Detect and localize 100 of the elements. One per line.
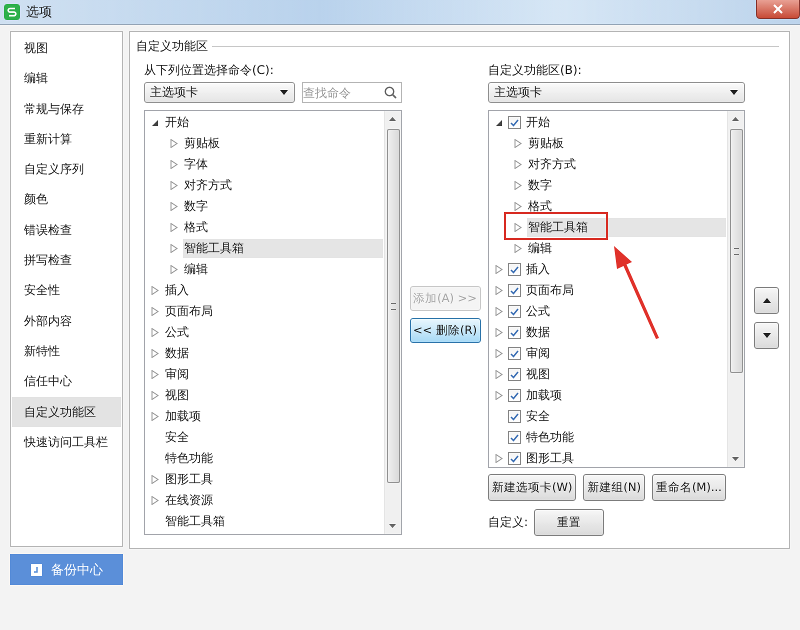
sidebar-item[interactable]: 新特性 — [12, 336, 121, 366]
sidebar-item[interactable]: 常规与保存 — [12, 94, 121, 124]
expand-icon[interactable] — [495, 265, 503, 274]
expand-icon[interactable] — [514, 202, 522, 211]
tree-item[interactable]: 格式 — [183, 218, 383, 237]
tree-item[interactable]: 插入 — [525, 260, 726, 279]
tree-item[interactable]: 审阅 — [525, 344, 726, 363]
tree-item[interactable]: 特色功能 — [525, 428, 726, 447]
checkbox[interactable] — [508, 389, 521, 402]
expand-icon[interactable] — [514, 160, 522, 169]
tree-item[interactable]: 数字 — [183, 197, 383, 216]
tree-item[interactable]: 智能工具箱 — [164, 512, 383, 531]
tree-item[interactable]: 加载项 — [525, 386, 726, 405]
expand-icon[interactable] — [170, 139, 178, 148]
expand-icon[interactable] — [151, 412, 159, 421]
tree-item[interactable]: 对齐方式 — [183, 176, 383, 195]
dropdown[interactable]: 主选项卡 — [488, 82, 745, 103]
expand-icon[interactable] — [495, 391, 503, 400]
tree-item[interactable]: 数据 — [525, 323, 726, 342]
collapse-icon[interactable] — [151, 118, 159, 126]
expand-icon[interactable] — [170, 223, 178, 232]
sidebar-item[interactable]: 安全性 — [12, 275, 121, 306]
tree-item[interactable]: 剪贴板 — [527, 134, 726, 153]
checkbox[interactable] — [508, 347, 521, 360]
tree-item[interactable]: 图形工具 — [164, 470, 383, 489]
expand-icon[interactable] — [514, 139, 522, 148]
tree-item[interactable]: 视图 — [525, 365, 726, 384]
action-button[interactable]: 新建组(N) — [583, 474, 645, 501]
move-down-button[interactable] — [754, 322, 779, 349]
tree-item[interactable]: 智能工具箱 — [183, 239, 383, 258]
checkbox[interactable] — [508, 452, 521, 465]
tree-item[interactable]: 公式 — [164, 323, 383, 342]
expand-icon[interactable] — [514, 181, 522, 190]
expand-icon[interactable] — [151, 307, 159, 316]
tree-item[interactable]: 格式 — [527, 197, 726, 216]
checkbox[interactable] — [508, 368, 521, 381]
sidebar-item[interactable]: 拼写检查 — [12, 245, 121, 276]
expand-icon[interactable] — [151, 496, 159, 505]
expand-icon[interactable] — [170, 265, 178, 274]
expand-icon[interactable] — [495, 286, 503, 295]
tree-item[interactable]: 开始 — [525, 113, 726, 132]
expand-icon[interactable] — [151, 475, 159, 484]
sidebar-item[interactable]: 颜色 — [12, 184, 121, 215]
checkbox[interactable] — [508, 284, 521, 297]
sidebar-item[interactable]: 信任中心 — [12, 366, 121, 397]
expand-icon[interactable] — [495, 370, 503, 379]
tree-item[interactable]: 字体 — [183, 155, 383, 174]
expand-icon[interactable] — [170, 244, 178, 253]
tree-item[interactable]: 在线资源 — [164, 491, 383, 510]
sidebar-item[interactable]: 视图 — [12, 33, 121, 64]
checkbox[interactable] — [508, 263, 521, 276]
tree-item[interactable]: 特色功能 — [164, 449, 383, 468]
tree-item[interactable]: 安全 — [525, 407, 726, 426]
sidebar-item[interactable]: 外部内容 — [12, 306, 121, 336]
scroll-up-icon[interactable] — [732, 117, 739, 121]
remove-button[interactable]: << 删除(R) — [410, 318, 480, 343]
expand-icon[interactable] — [170, 181, 178, 190]
tree-item[interactable]: 数字 — [527, 176, 726, 195]
expand-icon[interactable] — [495, 307, 503, 316]
tree-item[interactable]: 视图 — [164, 386, 383, 405]
sidebar-item[interactable]: 自定义功能区 — [12, 396, 121, 427]
search-field[interactable]: 查找命令 — [302, 82, 402, 103]
checkbox[interactable] — [508, 431, 521, 444]
expand-icon[interactable] — [495, 454, 503, 463]
tree-item[interactable]: 对齐方式 — [527, 155, 726, 174]
scrollbar[interactable] — [727, 111, 744, 467]
tree-item[interactable]: 编辑 — [183, 260, 383, 279]
tree-item[interactable]: 加载项 — [164, 407, 383, 426]
scroll-down-icon[interactable] — [732, 457, 739, 461]
scroll-down-icon[interactable] — [389, 524, 396, 528]
tree-item[interactable]: 编辑 — [527, 239, 726, 258]
tree-item[interactable]: 剪贴板 — [183, 134, 383, 153]
tree-item[interactable]: 安全 — [164, 428, 383, 447]
close-button[interactable] — [756, 0, 800, 19]
dropdown[interactable]: 主选项卡 — [144, 82, 295, 103]
expand-icon[interactable] — [151, 370, 159, 379]
tree-item[interactable]: 智能工具箱 — [527, 218, 726, 237]
sidebar-item[interactable]: 重新计算 — [12, 124, 121, 154]
tree-item[interactable]: 审阅 — [164, 365, 383, 384]
expand-icon[interactable] — [151, 391, 159, 400]
sidebar-item[interactable]: 编辑 — [12, 63, 121, 94]
checkbox[interactable] — [508, 305, 521, 318]
sidebar-item[interactable]: 快速访问工具栏 — [12, 426, 121, 458]
reset-button[interactable]: 重置 — [534, 509, 604, 536]
move-up-button[interactable] — [754, 287, 779, 314]
expand-icon[interactable] — [495, 349, 503, 358]
expand-icon[interactable] — [151, 328, 159, 337]
expand-icon[interactable] — [151, 349, 159, 358]
tree-item[interactable]: 图形工具 — [525, 449, 726, 467]
action-button[interactable]: 重命名(M)... — [652, 474, 726, 501]
tree-item[interactable]: 页面布局 — [164, 302, 383, 321]
scroll-up-icon[interactable] — [389, 117, 396, 121]
checkbox[interactable] — [508, 410, 521, 423]
tree-item[interactable]: 数据 — [164, 344, 383, 363]
expand-icon[interactable] — [151, 286, 159, 295]
checkbox[interactable] — [508, 116, 521, 129]
scrollbar[interactable] — [384, 111, 401, 534]
tree-item[interactable]: 插入 — [164, 281, 383, 300]
expand-icon[interactable] — [170, 160, 178, 169]
tree-item[interactable]: 开始 — [164, 113, 383, 132]
